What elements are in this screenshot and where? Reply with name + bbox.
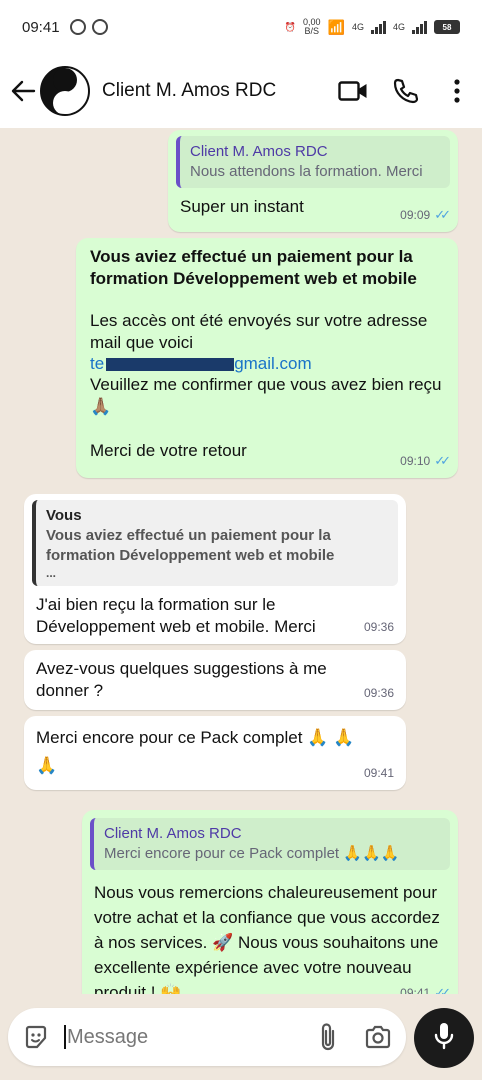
message-time: 09:41 <box>400 986 431 994</box>
message-text: Veuillez me confirmer que vous avez bien… <box>90 375 442 416</box>
message-meta: 09:41 <box>364 762 394 784</box>
message-placeholder[interactable]: Message <box>67 1026 314 1049</box>
attach-icon[interactable] <box>314 1023 342 1051</box>
network-speed: 0,00 B/S <box>303 17 321 36</box>
alarm-icon: ⏰ <box>284 21 296 32</box>
message-outgoing[interactable]: Client M. Amos RDC Merci encore pour ce … <box>82 810 458 994</box>
back-arrow-icon[interactable] <box>10 78 36 104</box>
status-time: 09:41 <box>22 18 60 36</box>
message-text: Merci encore pour ce Pack complet 🙏 🙏 🙏 <box>36 728 355 775</box>
read-receipt-icon: ✓✓ <box>434 985 451 994</box>
message-outgoing[interactable]: Client M. Amos RDC Nous attendons la for… <box>168 130 458 232</box>
read-receipt-icon: ✓✓ <box>434 453 451 468</box>
message-time: 09:36 <box>363 686 394 700</box>
message-meta: 09:10 ✓✓ <box>400 450 451 472</box>
message-meta: 09:36 <box>364 682 394 704</box>
quoted-author: Client M. Amos RDC <box>104 825 242 842</box>
phone-icon[interactable] <box>390 76 420 106</box>
message-incoming[interactable]: Vous Vous aviez effectué un paiement pou… <box>24 494 406 644</box>
message-text: Les accès ont été envoyés sur votre adre… <box>90 311 428 352</box>
microphone-button[interactable] <box>414 1008 474 1068</box>
message-text: J'ai bien reçu la formation sur le Dével… <box>36 595 316 636</box>
status-bar: 09:41 ⏰ 0,00 B/S 📶 4G 4G 58 <box>0 0 482 54</box>
message-meta: 09:09 ✓✓ <box>400 204 451 226</box>
contact-avatar[interactable] <box>40 66 90 116</box>
chat-header: Client M. Amos RDC <box>0 54 482 128</box>
message-time: 09:36 <box>363 620 394 634</box>
microphone-icon <box>433 1022 455 1055</box>
message-time: 09:09 <box>400 208 431 222</box>
quoted-text: Nous attendons la formation. Merci <box>190 163 423 180</box>
read-receipt-icon: ✓✓ <box>434 207 451 222</box>
message-meta: 09:36 <box>364 616 394 638</box>
wifi-icon: 📶 <box>327 18 345 35</box>
message-incoming[interactable]: Avez-vous quelques suggestions à me donn… <box>24 650 406 710</box>
text-caret <box>64 1025 66 1049</box>
contact-name[interactable]: Client M. Amos RDC <box>102 80 316 102</box>
message-heading: Vous aviez effectué un paiement pour la … <box>90 247 417 288</box>
signal-icon <box>370 20 386 34</box>
message-input[interactable]: Message <box>8 1008 406 1066</box>
battery-icon: 58 <box>434 20 460 34</box>
network-type-1: 4G <box>351 22 364 32</box>
quoted-text: Merci encore pour ce Pack complet 🙏🙏🙏 <box>104 845 400 862</box>
camera-icon[interactable] <box>364 1023 392 1051</box>
message-list[interactable]: Client M. Amos RDC Nous attendons la for… <box>0 128 482 994</box>
message-time: 09:41 <box>363 766 394 780</box>
quoted-message[interactable]: Vous Vous aviez effectué un paiement pou… <box>32 500 398 586</box>
quoted-author: Vous <box>46 507 82 524</box>
redacted-block <box>106 358 235 372</box>
status-indicators: ⏰ 0,00 B/S 📶 4G 4G 58 <box>285 18 460 36</box>
message-time: 09:10 <box>400 454 431 468</box>
messenger-notification-icon <box>69 19 86 35</box>
message-text: Avez-vous quelques suggestions à me donn… <box>36 659 327 700</box>
quoted-message[interactable]: Client M. Amos RDC Nous attendons la for… <box>176 136 450 188</box>
message-incoming[interactable]: Merci encore pour ce Pack complet 🙏 🙏 🙏 … <box>24 716 406 790</box>
network-type-2: 4G <box>392 22 405 32</box>
message-text: Nous vous remercions chaleureusement pou… <box>94 883 440 994</box>
signal-icon <box>412 20 427 34</box>
messenger-notification-icon <box>91 19 108 35</box>
more-options-icon[interactable] <box>442 76 472 106</box>
message-outgoing[interactable]: Vous aviez effectué un paiement pour la … <box>76 238 458 478</box>
quoted-message[interactable]: Client M. Amos RDC Merci encore pour ce … <box>90 818 450 870</box>
composer-bar: Message <box>0 994 482 1080</box>
email-link[interactable]: te gmail.com <box>90 354 444 374</box>
message-text: Merci de votre retour <box>90 441 247 460</box>
quoted-ellipsis: ... <box>46 566 57 580</box>
quoted-author: Client M. Amos RDC <box>190 143 328 160</box>
quoted-text: Vous aviez effectué un paiement pour la … <box>46 527 335 564</box>
sticker-icon[interactable] <box>22 1023 50 1051</box>
video-call-icon[interactable] <box>338 76 368 106</box>
message-meta: 09:41 ✓✓ <box>400 982 451 994</box>
